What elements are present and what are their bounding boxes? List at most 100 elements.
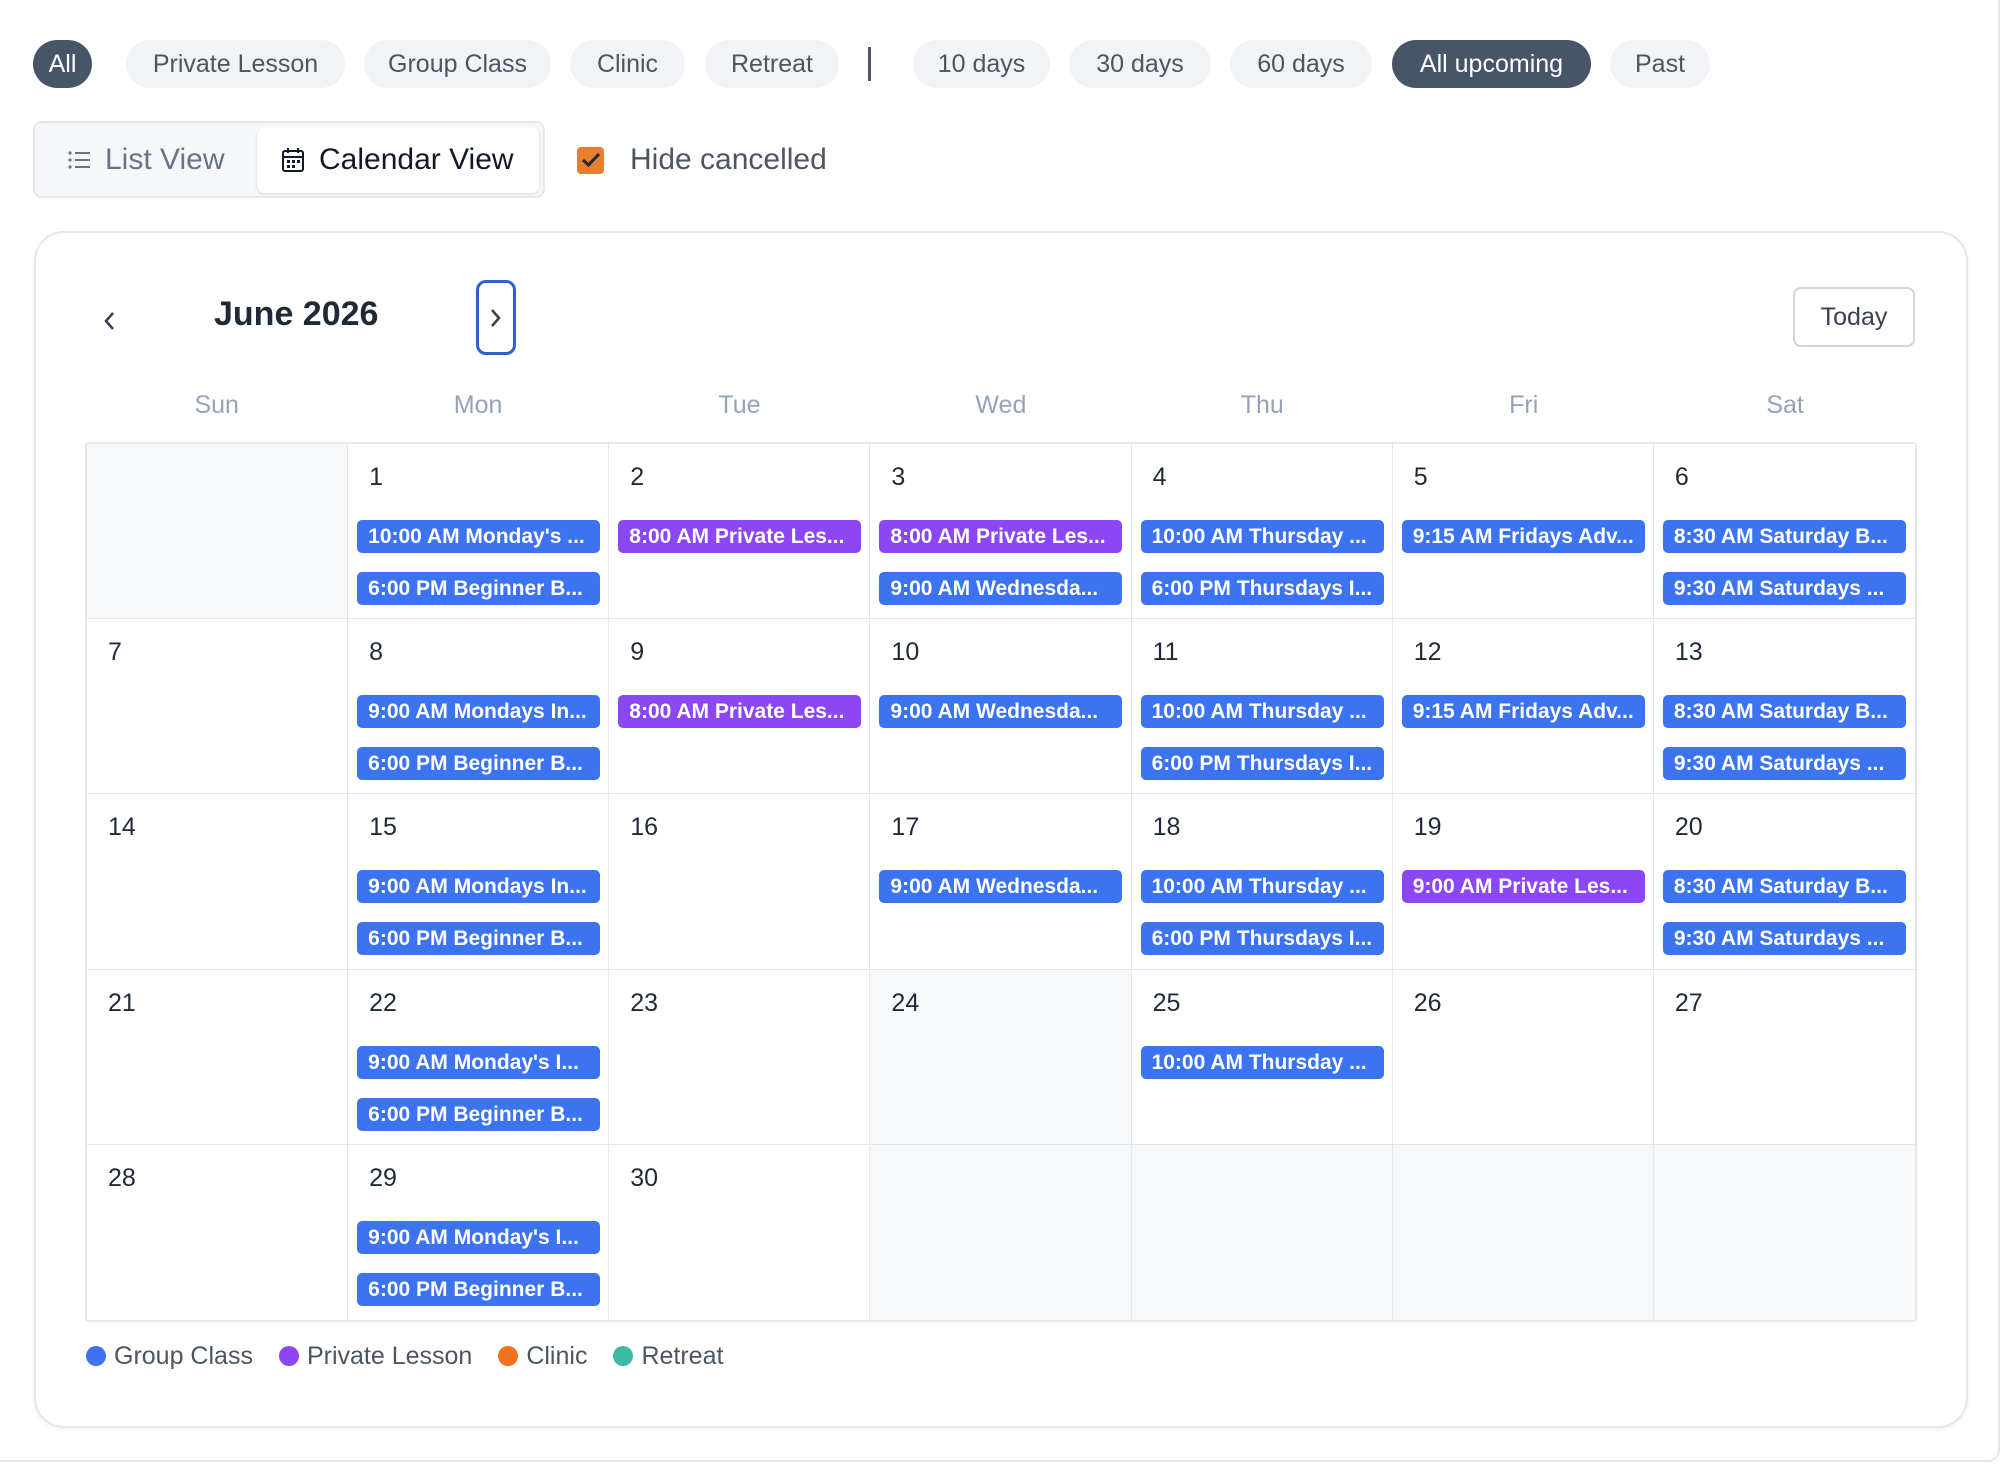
- calendar-day-cell[interactable]: 22 9:00 AM Monday's I... 6:00 PM Beginner …: [348, 969, 610, 1145]
- legend-item: Private Lesson: [278, 1341, 473, 1371]
- calendar-event[interactable]: 10:00 AM Thursday ...: [1140, 870, 1384, 904]
- calendar-event[interactable]: 9:00 AM Monday's I...: [357, 1045, 601, 1079]
- legend-item: Group Class: [86, 1342, 253, 1371]
- list-view-button[interactable]: List View: [39, 127, 286, 193]
- calendar-event[interactable]: 6:00 PM Beginner B...: [357, 1097, 601, 1131]
- range-10-days[interactable]: 10 days: [913, 40, 1050, 88]
- today-button[interactable]: Today: [1793, 287, 1915, 347]
- calendar-day-cell[interactable]: 7: [87, 619, 349, 795]
- range-all-upcoming[interactable]: All upcoming: [1392, 40, 1591, 88]
- prev-month-button[interactable]: [96, 301, 122, 341]
- calendar-day-cell[interactable]: [870, 1144, 1132, 1320]
- calendar-event[interactable]: 10:00 AM Thursday ...: [1140, 1045, 1384, 1079]
- calendar-event[interactable]: 10:00 AM Thursday ...: [1140, 695, 1384, 729]
- calendar-day-cell[interactable]: 4 10:00 AM Thursday ... 6:00 PM Thursdays …: [1131, 444, 1393, 620]
- calendar-day-cell[interactable]: 9 8:00 AM Private Les...: [609, 619, 871, 795]
- filter-clinic[interactable]: Clinic: [570, 40, 685, 88]
- day-number: 26: [1413, 988, 1442, 1017]
- legend: Group Class Private Lesson Clinic Retrea…: [86, 1339, 749, 1373]
- hide-cancelled-checkbox[interactable]: [577, 146, 604, 174]
- weekday-label: Sat: [1766, 391, 1804, 419]
- calendar-day-cell[interactable]: 19 9:00 AM Private Les...: [1392, 794, 1654, 970]
- calendar-event[interactable]: 8:30 AM Saturday B...: [1662, 870, 1906, 904]
- calendar-event[interactable]: 9:00 AM Mondays In...: [357, 870, 601, 904]
- calendar-day-cell[interactable]: 26: [1392, 969, 1654, 1145]
- calendar-day-cell[interactable]: 13 8:30 AM Saturday B... 9:30 AM Saturdays…: [1653, 619, 1915, 795]
- calendar-day-cell[interactable]: [1653, 1144, 1915, 1320]
- legend-label: Private Lesson: [306, 1341, 473, 1370]
- calendar-event[interactable]: 8:30 AM Saturday B...: [1662, 520, 1906, 553]
- calendar-day-cell[interactable]: 12 9:15 AM Fridays Adv...: [1392, 619, 1654, 795]
- calendar-day-cell[interactable]: 28: [87, 1144, 349, 1320]
- calendar-event[interactable]: 9:30 AM Saturdays ...: [1662, 922, 1906, 956]
- calendar-day-cell[interactable]: 1 10:00 AM Monday's ... 6:00 PM Beginner B…: [348, 444, 610, 620]
- calendar-day-cell[interactable]: 21: [87, 969, 349, 1145]
- day-number: 17: [891, 813, 920, 842]
- filter-retreat[interactable]: Retreat: [705, 40, 839, 88]
- chevron-left-icon: [104, 312, 114, 330]
- range-60-days[interactable]: 60 days: [1230, 40, 1372, 88]
- calendar-event[interactable]: 9:15 AM Fridays Adv...: [1401, 520, 1645, 553]
- calendar-view-button[interactable]: Calendar View: [257, 127, 539, 193]
- calendar-day-cell[interactable]: 25 10:00 AM Thursday ...: [1131, 969, 1393, 1145]
- calendar-day-cell[interactable]: 16: [609, 794, 871, 970]
- calendar-day-cell[interactable]: [1131, 1144, 1393, 1320]
- calendar-event[interactable]: 9:30 AM Saturdays ...: [1662, 747, 1906, 781]
- calendar-event[interactable]: 6:00 PM Beginner B...: [357, 1272, 601, 1306]
- calendar-event[interactable]: 9:15 AM Fridays Adv...: [1401, 695, 1645, 729]
- calendar-day-cell[interactable]: 20 8:30 AM Saturday B... 9:30 AM Saturdays…: [1653, 794, 1915, 970]
- day-number: 1: [369, 463, 384, 491]
- calendar-event[interactable]: 9:00 AM Private Les...: [1401, 870, 1645, 904]
- calendar-event[interactable]: 6:00 PM Beginner B...: [357, 922, 601, 956]
- calendar-event[interactable]: 9:00 AM Monday's I...: [357, 1220, 601, 1254]
- calendar-day-cell[interactable]: 2 8:00 AM Private Les...: [609, 444, 871, 620]
- calendar-day-cell[interactable]: 14: [87, 794, 349, 970]
- calendar-event[interactable]: 9:30 AM Saturdays ...: [1662, 572, 1906, 605]
- calendar-event[interactable]: 6:00 PM Thursdays I...: [1140, 572, 1384, 605]
- calendar-event[interactable]: 9:00 AM Wednesda...: [879, 572, 1123, 605]
- filter-separator: [868, 47, 871, 81]
- calendar-event[interactable]: 6:00 PM Thursdays I...: [1140, 747, 1384, 781]
- filter-all[interactable]: All: [33, 40, 92, 88]
- calendar-day-cell[interactable]: 6 8:30 AM Saturday B... 9:30 AM Saturdays …: [1653, 444, 1915, 620]
- hide-cancelled-option: Hide cancelled: [577, 143, 827, 177]
- list-icon: [68, 151, 90, 169]
- day-number: 27: [1674, 988, 1703, 1017]
- calendar-day-cell[interactable]: 5 9:15 AM Fridays Adv...: [1392, 444, 1654, 620]
- filter-group-class[interactable]: Group Class: [364, 40, 551, 88]
- calendar-day-cell[interactable]: [87, 444, 349, 620]
- calendar-event[interactable]: 8:30 AM Saturday B...: [1662, 695, 1906, 729]
- calendar-day-cell[interactable]: [1392, 1144, 1654, 1320]
- calendar-event[interactable]: 10:00 AM Monday's ...: [357, 520, 601, 553]
- calendar-event[interactable]: 9:00 AM Mondays In...: [357, 695, 601, 729]
- next-month-button[interactable]: [476, 280, 516, 355]
- calendar-day-cell[interactable]: 17 9:00 AM Wednesda...: [870, 794, 1132, 970]
- calendar-event[interactable]: 6:00 PM Beginner B...: [357, 572, 601, 605]
- calendar-day-cell[interactable]: 29 9:00 AM Monday's I... 6:00 PM Beginner …: [348, 1144, 610, 1320]
- range-30-days[interactable]: 30 days: [1069, 40, 1211, 88]
- calendar-event[interactable]: 8:00 AM Private Les...: [618, 695, 862, 729]
- day-number: 5: [1413, 463, 1428, 491]
- calendar-event[interactable]: 8:00 AM Private Les...: [618, 520, 862, 553]
- calendar-day-cell[interactable]: 30: [609, 1144, 871, 1320]
- calendar-day-cell[interactable]: 15 9:00 AM Mondays In... 6:00 PM Beginner …: [348, 794, 610, 970]
- calendar-day-cell[interactable]: 11 10:00 AM Thursday ... 6:00 PM Thursdays…: [1131, 619, 1393, 795]
- calendar-day-cell[interactable]: 23: [609, 969, 871, 1145]
- day-number: 16: [630, 813, 659, 842]
- weekday-label: Mon: [453, 391, 503, 419]
- calendar-event[interactable]: 6:00 PM Thursdays I...: [1140, 922, 1384, 956]
- calendar-event[interactable]: 6:00 PM Beginner B...: [357, 747, 601, 781]
- calendar-day-cell[interactable]: 8 9:00 AM Mondays In... 6:00 PM Beginner B…: [348, 619, 610, 795]
- filter-private-lesson[interactable]: Private Lesson: [126, 40, 345, 88]
- calendar-day-cell[interactable]: 10 9:00 AM Wednesda...: [870, 619, 1132, 795]
- range-past[interactable]: Past: [1610, 40, 1710, 88]
- calendar-day-cell[interactable]: 27: [1653, 969, 1915, 1145]
- calendar-day-cell[interactable]: 3 8:00 AM Private Les... 9:00 AM Wednesda.…: [870, 444, 1132, 620]
- legend-swatch: [613, 1346, 634, 1366]
- calendar-event[interactable]: 9:00 AM Wednesda...: [879, 695, 1123, 729]
- calendar-event[interactable]: 9:00 AM Wednesda...: [879, 870, 1123, 904]
- calendar-day-cell[interactable]: 24: [870, 969, 1132, 1145]
- calendar-day-cell[interactable]: 18 10:00 AM Thursday ... 6:00 PM Thursdays…: [1131, 794, 1393, 970]
- calendar-event[interactable]: 10:00 AM Thursday ...: [1140, 520, 1384, 553]
- calendar-event[interactable]: 8:00 AM Private Les...: [879, 520, 1123, 553]
